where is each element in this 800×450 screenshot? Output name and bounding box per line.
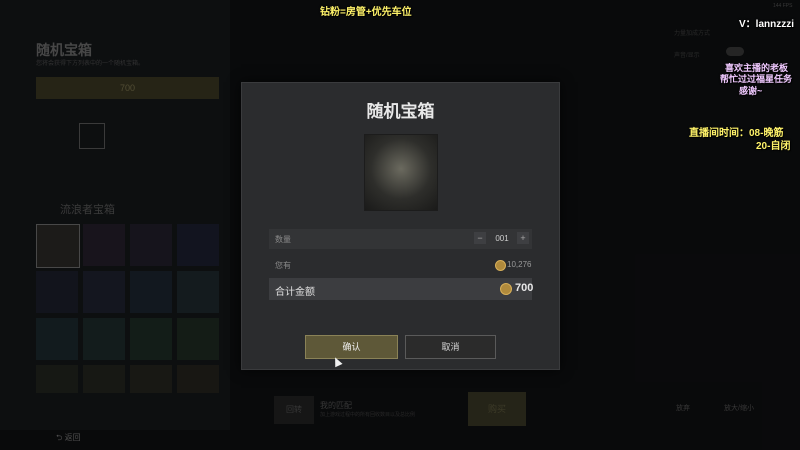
minus-icon[interactable]: − [474,232,486,244]
purchase-dialog: 随机宝箱 数量 − 001 + 您有 10,276 合计金额 700 确认 取消 [241,82,560,370]
stream-banner: 钻粉=房管+优先车位 [320,7,412,18]
stream-contact: V：lannzzzi [739,19,795,30]
quantity-row: 数量 − 001 + [269,229,532,249]
stream-note: 感谢~ [739,86,763,96]
cancel-button[interactable]: 取消 [405,335,496,359]
total-row: 合计金额 700 [269,278,534,300]
owned-value: 10,276 [507,260,532,269]
quantity-stepper[interactable]: 001 [491,234,513,243]
coin-icon [500,283,512,295]
dialog-title: 随机宝箱 [366,102,435,121]
quantity-label: 数量 [275,235,291,244]
total-value: 700 [515,282,534,294]
plus-icon[interactable]: + [517,232,529,244]
stream-schedule: 20-自闭 [756,141,791,152]
owned-label: 您有 [275,261,291,270]
total-label: 合计金额 [275,287,315,298]
crate-image [364,134,438,211]
confirm-button[interactable]: 确认 [305,335,398,359]
owned-row: 您有 10,276 [269,255,532,275]
coin-icon [495,260,506,271]
